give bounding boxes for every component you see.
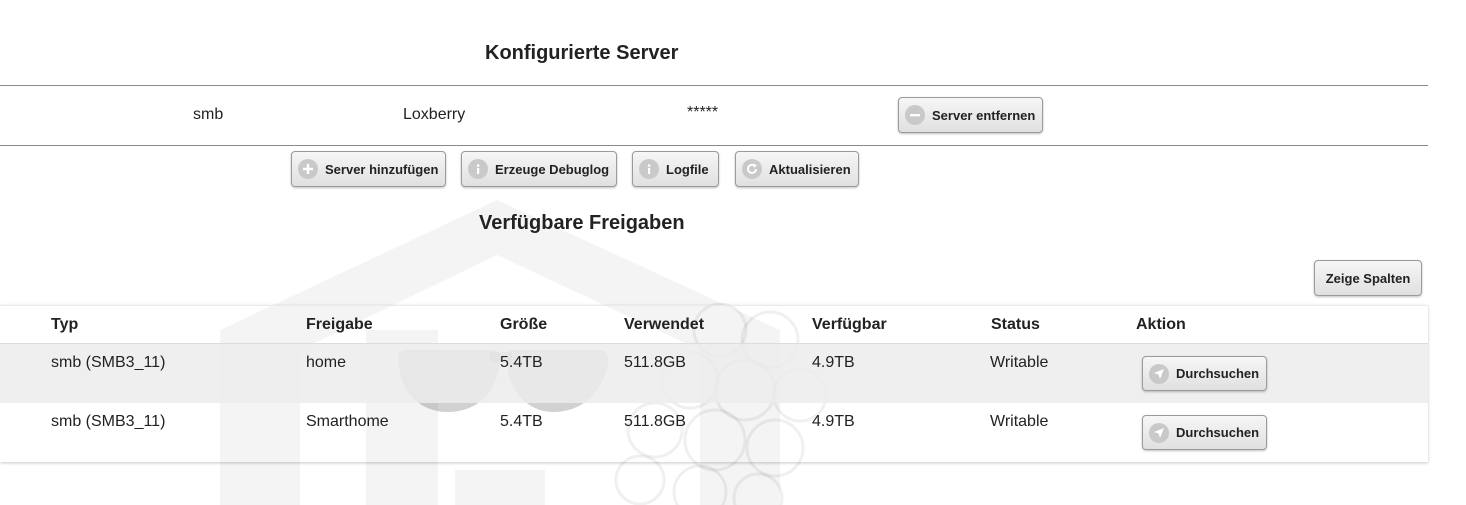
column-header-freigabe: Freigabe xyxy=(306,316,373,333)
server-type: smb xyxy=(193,106,224,123)
add-server-button[interactable]: Server hinzufügen xyxy=(291,151,446,187)
cell-verfuegbar: 4.9TB xyxy=(812,354,855,371)
debuglog-label: Erzeuge Debuglog xyxy=(495,161,610,177)
browse-button[interactable]: Durchsuchen xyxy=(1142,356,1267,391)
cell-status: Writable xyxy=(990,354,1049,371)
divider xyxy=(0,85,1428,86)
column-header-groesse: Größe xyxy=(500,316,548,333)
cell-freigabe: Smarthome xyxy=(306,413,389,430)
remove-server-label: Server entfernen xyxy=(932,107,1036,123)
server-password: ***** xyxy=(687,104,719,121)
navigation-arrow-icon xyxy=(1149,363,1169,384)
cell-freigabe: home xyxy=(306,354,347,371)
refresh-icon xyxy=(742,159,762,179)
configured-servers-title: Konfigurierte Server xyxy=(485,42,679,64)
cell-verwendet: 511.8GB xyxy=(624,354,686,371)
navigation-arrow-icon xyxy=(1149,422,1169,443)
column-header-aktion: Aktion xyxy=(1136,316,1186,333)
browse-button[interactable]: Durchsuchen xyxy=(1142,415,1267,450)
cell-verfuegbar: 4.9TB xyxy=(812,413,855,430)
column-header-verwendet: Verwendet xyxy=(624,316,705,333)
plus-circle-icon xyxy=(298,159,318,179)
column-header-verfuegbar: Verfügbar xyxy=(812,316,887,333)
cell-verwendet: 511.8GB xyxy=(624,413,686,430)
server-name: Loxberry xyxy=(403,106,466,123)
minus-circle-icon xyxy=(905,105,925,125)
shares-title: Verfügbare Freigaben xyxy=(479,212,685,234)
cell-typ: smb (SMB3_11) xyxy=(51,413,166,430)
table-header: Typ Freigabe Größe Verwendet Verfügbar S… xyxy=(0,306,1428,344)
column-header-typ: Typ xyxy=(51,316,79,333)
cell-groesse: 5.4TB xyxy=(500,354,543,371)
table-row: smb (SMB3_11) Smarthome 5.4TB 511.8GB 4.… xyxy=(0,403,1428,462)
cell-groesse: 5.4TB xyxy=(500,413,543,430)
cell-typ: smb (SMB3_11) xyxy=(51,354,166,371)
remove-server-button[interactable]: Server entfernen xyxy=(898,97,1043,133)
logfile-button[interactable]: Logfile xyxy=(632,151,719,187)
debuglog-button[interactable]: Erzeuge Debuglog xyxy=(461,151,617,187)
logfile-label: Logfile xyxy=(666,161,709,177)
info-circle-icon xyxy=(468,159,488,179)
divider xyxy=(0,145,1428,146)
info-circle-icon xyxy=(639,159,659,179)
cell-status: Writable xyxy=(990,413,1049,430)
browse-label: Durchsuchen xyxy=(1176,425,1260,440)
shares-table: Typ Freigabe Größe Verwendet Verfügbar S… xyxy=(0,305,1428,462)
table-row: smb (SMB3_11) home 5.4TB 511.8GB 4.9TB W… xyxy=(0,344,1428,403)
refresh-label: Aktualisieren xyxy=(769,161,851,177)
show-columns-label: Zeige Spalten xyxy=(1325,270,1411,286)
show-columns-button[interactable]: Zeige Spalten xyxy=(1314,260,1422,296)
add-server-label: Server hinzufügen xyxy=(325,161,439,177)
column-header-status: Status xyxy=(991,316,1040,333)
refresh-button[interactable]: Aktualisieren xyxy=(735,151,859,187)
browse-label: Durchsuchen xyxy=(1176,366,1260,381)
